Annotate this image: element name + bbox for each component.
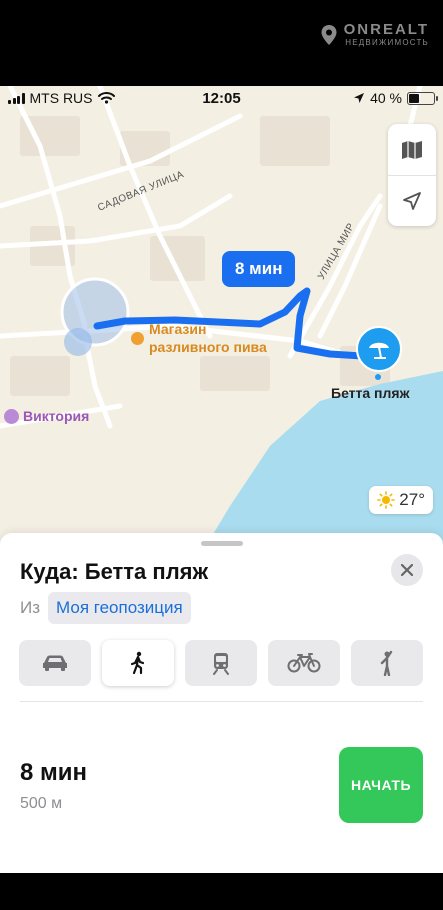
close-button[interactable] [391, 554, 423, 586]
route-distance: 500 м [20, 795, 63, 812]
route-eta-bubble[interactable]: 8 мин [222, 251, 296, 287]
poi-shop-label[interactable]: Магазин разливного пива [149, 320, 267, 356]
sheet-grabber[interactable] [201, 541, 243, 546]
poi-shop-icon [131, 332, 144, 345]
poi-viktoria[interactable]: Виктория [4, 408, 89, 424]
sheet-divider [20, 701, 423, 702]
mode-car-button[interactable] [19, 640, 91, 686]
location-arrow-icon [354, 93, 365, 103]
mode-bike-button[interactable] [268, 640, 340, 686]
walk-icon [130, 651, 145, 675]
start-button[interactable]: НАЧАТЬ [339, 747, 423, 823]
watermark-subtitle: НЕДВИЖИМОСТЬ [345, 38, 429, 47]
battery-icon [407, 91, 438, 105]
sheet-title: Куда: Бетта пляж [20, 559, 209, 584]
beach-umbrella-icon [369, 342, 389, 359]
watermark-pin-icon [321, 24, 337, 45]
status-bar: MTS RUS 12:05 40 % [0, 86, 443, 110]
origin-label: Из [20, 598, 41, 617]
transit-icon [213, 653, 229, 675]
car-icon [43, 655, 67, 671]
origin-value[interactable]: Моя геопозиция [48, 592, 191, 624]
mode-transit-button[interactable] [185, 640, 257, 686]
bike-icon [287, 653, 321, 673]
battery-percent: 40 % [370, 90, 402, 106]
rideshare-icon [380, 650, 393, 676]
weather-badge[interactable]: 27° [369, 486, 433, 514]
route-duration: 8 мин [20, 759, 88, 786]
watermark: ONREALT НЕДВИЖИМОСТЬ [320, 22, 429, 47]
map-controls [388, 124, 436, 226]
transport-mode-selector [19, 640, 423, 686]
mode-walk-button[interactable] [102, 640, 174, 686]
directions-sheet: Куда: Бетта пляж Из Моя геопозиция 8 мин… [0, 533, 443, 873]
sun-icon [377, 491, 396, 509]
poi-viktoria-icon [4, 408, 19, 424]
destination-pin[interactable] [356, 326, 402, 372]
origin-row: Из Моя геопозиция [20, 592, 191, 624]
location-arrow-icon [403, 191, 421, 210]
poi-viktoria-label: Виктория [23, 408, 90, 424]
destination-dot [375, 374, 381, 380]
close-icon [401, 564, 413, 576]
weather-temperature: 27° [399, 490, 425, 509]
screenshot-frame: ONREALT НЕДВИЖИМОСТЬ САДОВАЯ УЛИЦА УЛИЦА… [0, 0, 443, 910]
watermark-title: ONREALT [343, 21, 429, 38]
map-view[interactable]: САДОВАЯ УЛИЦА УЛИЦА МИР Магазин разливно… [0, 86, 443, 556]
destination-label[interactable]: Бетта пляж [331, 385, 410, 401]
map-icon [402, 140, 422, 159]
mode-rideshare-button[interactable] [351, 640, 423, 686]
map-mode-button[interactable] [388, 124, 436, 175]
phone-screen: САДОВАЯ УЛИЦА УЛИЦА МИР Магазин разливно… [0, 86, 443, 873]
track-location-button[interactable] [388, 175, 436, 226]
